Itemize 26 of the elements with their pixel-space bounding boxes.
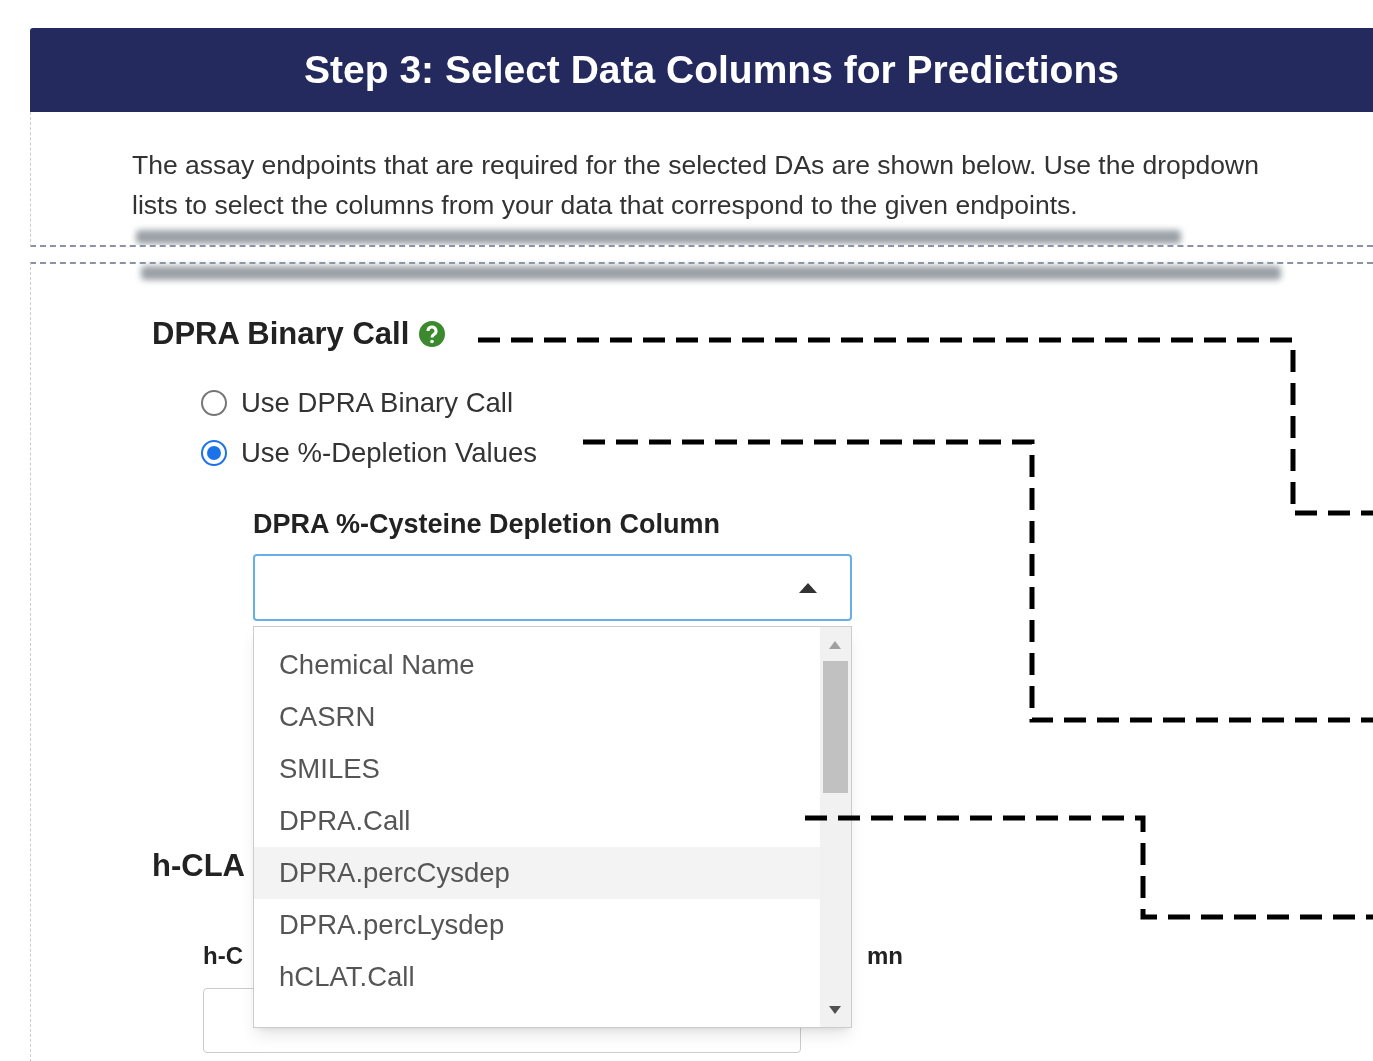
dropdown-option[interactable]: DPRA.percCysdep [254,847,820,899]
section-title: h-CLA [152,848,245,884]
radio-label[interactable]: Use DPRA Binary Call [241,382,514,424]
radio-button[interactable] [201,390,227,416]
radio-button[interactable] [201,440,227,466]
field-label: mn [867,942,903,970]
input-field[interactable] [203,988,801,1053]
scroll-down-icon[interactable] [829,1006,841,1014]
page-title: Step 3: Select Data Columns for Predictions [304,46,1119,93]
dropdown-option[interactable]: DPRA.percLysdep [254,899,820,951]
radio-label[interactable]: Use %-Depletion Values [241,432,538,474]
scrollbar[interactable] [820,627,851,1027]
instructions-text: The assay endpoints that are required for the selected DAs are shown below. Use the dropdown lists to select the columns from your data that correspond to the given endpoints. [132,149,1260,222]
scroll-up-icon[interactable] [829,641,841,649]
dropdown-option[interactable]: SMILES [254,743,820,795]
caret-icon [798,581,818,594]
dropdown-option[interactable]: hCLAT.Call [254,951,820,1003]
dropdown-option[interactable]: DPRA.Call [254,795,820,847]
dropdown-option[interactable]: CASRN [254,691,820,743]
dropdown-field[interactable] [253,554,852,621]
dropdown-option[interactable]: Chemical Name [254,639,820,691]
field-label: h-C [203,942,243,970]
field-label: DPRA %-Cysteine Depletion Column [253,510,721,538]
scrollbar-thumb[interactable] [823,661,848,793]
help-icon[interactable] [419,321,446,347]
section-title: DPRA Binary Call [152,314,410,353]
